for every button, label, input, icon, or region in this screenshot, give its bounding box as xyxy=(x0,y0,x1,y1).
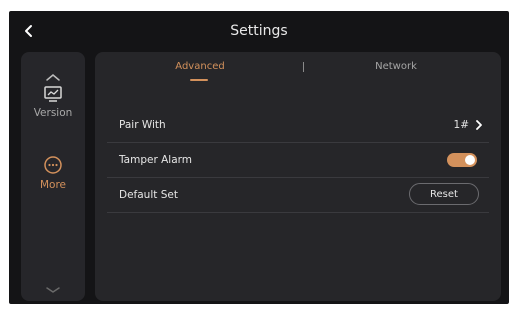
tamper-alarm-label: Tamper Alarm xyxy=(119,154,193,166)
reset-button[interactable]: Reset xyxy=(409,183,479,205)
tamper-alarm-toggle[interactable] xyxy=(447,153,477,167)
chevron-up-icon xyxy=(46,74,60,81)
chevron-right-icon xyxy=(476,120,482,130)
row-tamper-alarm: Tamper Alarm xyxy=(107,143,489,178)
tab-divider xyxy=(303,62,304,72)
page-title: Settings xyxy=(230,23,288,39)
sidebar-item-more[interactable]: More xyxy=(21,155,85,191)
monitor-icon xyxy=(44,86,62,102)
header-bar: Settings xyxy=(9,11,509,51)
sidebar-item-label: More xyxy=(39,179,67,191)
tab-active-indicator xyxy=(190,79,208,81)
pair-with-label: Pair With xyxy=(119,119,166,131)
settings-panel: Advanced Network Pair With 1# Tamper Ala… xyxy=(95,52,501,301)
sidebar-item-label: Version xyxy=(33,107,73,119)
tab-bar: Advanced Network xyxy=(95,52,501,82)
tab-advanced[interactable]: Advanced xyxy=(135,52,265,82)
row-pair-with[interactable]: Pair With 1# xyxy=(107,108,489,143)
pair-with-value: 1# xyxy=(453,119,469,131)
chevron-down-icon xyxy=(46,287,60,293)
default-set-label: Default Set xyxy=(119,189,178,201)
row-default-set: Default Set Reset xyxy=(107,178,489,213)
scroll-up-button[interactable] xyxy=(43,67,63,81)
toggle-knob xyxy=(465,155,475,165)
tab-network[interactable]: Network xyxy=(331,52,461,82)
sidebar: Version More xyxy=(21,52,85,301)
more-icon xyxy=(44,156,62,174)
settings-screen: Settings Version More Advanced Network P… xyxy=(9,11,509,304)
sidebar-item-version[interactable]: Version xyxy=(21,85,85,119)
scroll-down-button[interactable] xyxy=(43,280,63,293)
pair-with-value-group[interactable]: 1# xyxy=(454,108,483,142)
